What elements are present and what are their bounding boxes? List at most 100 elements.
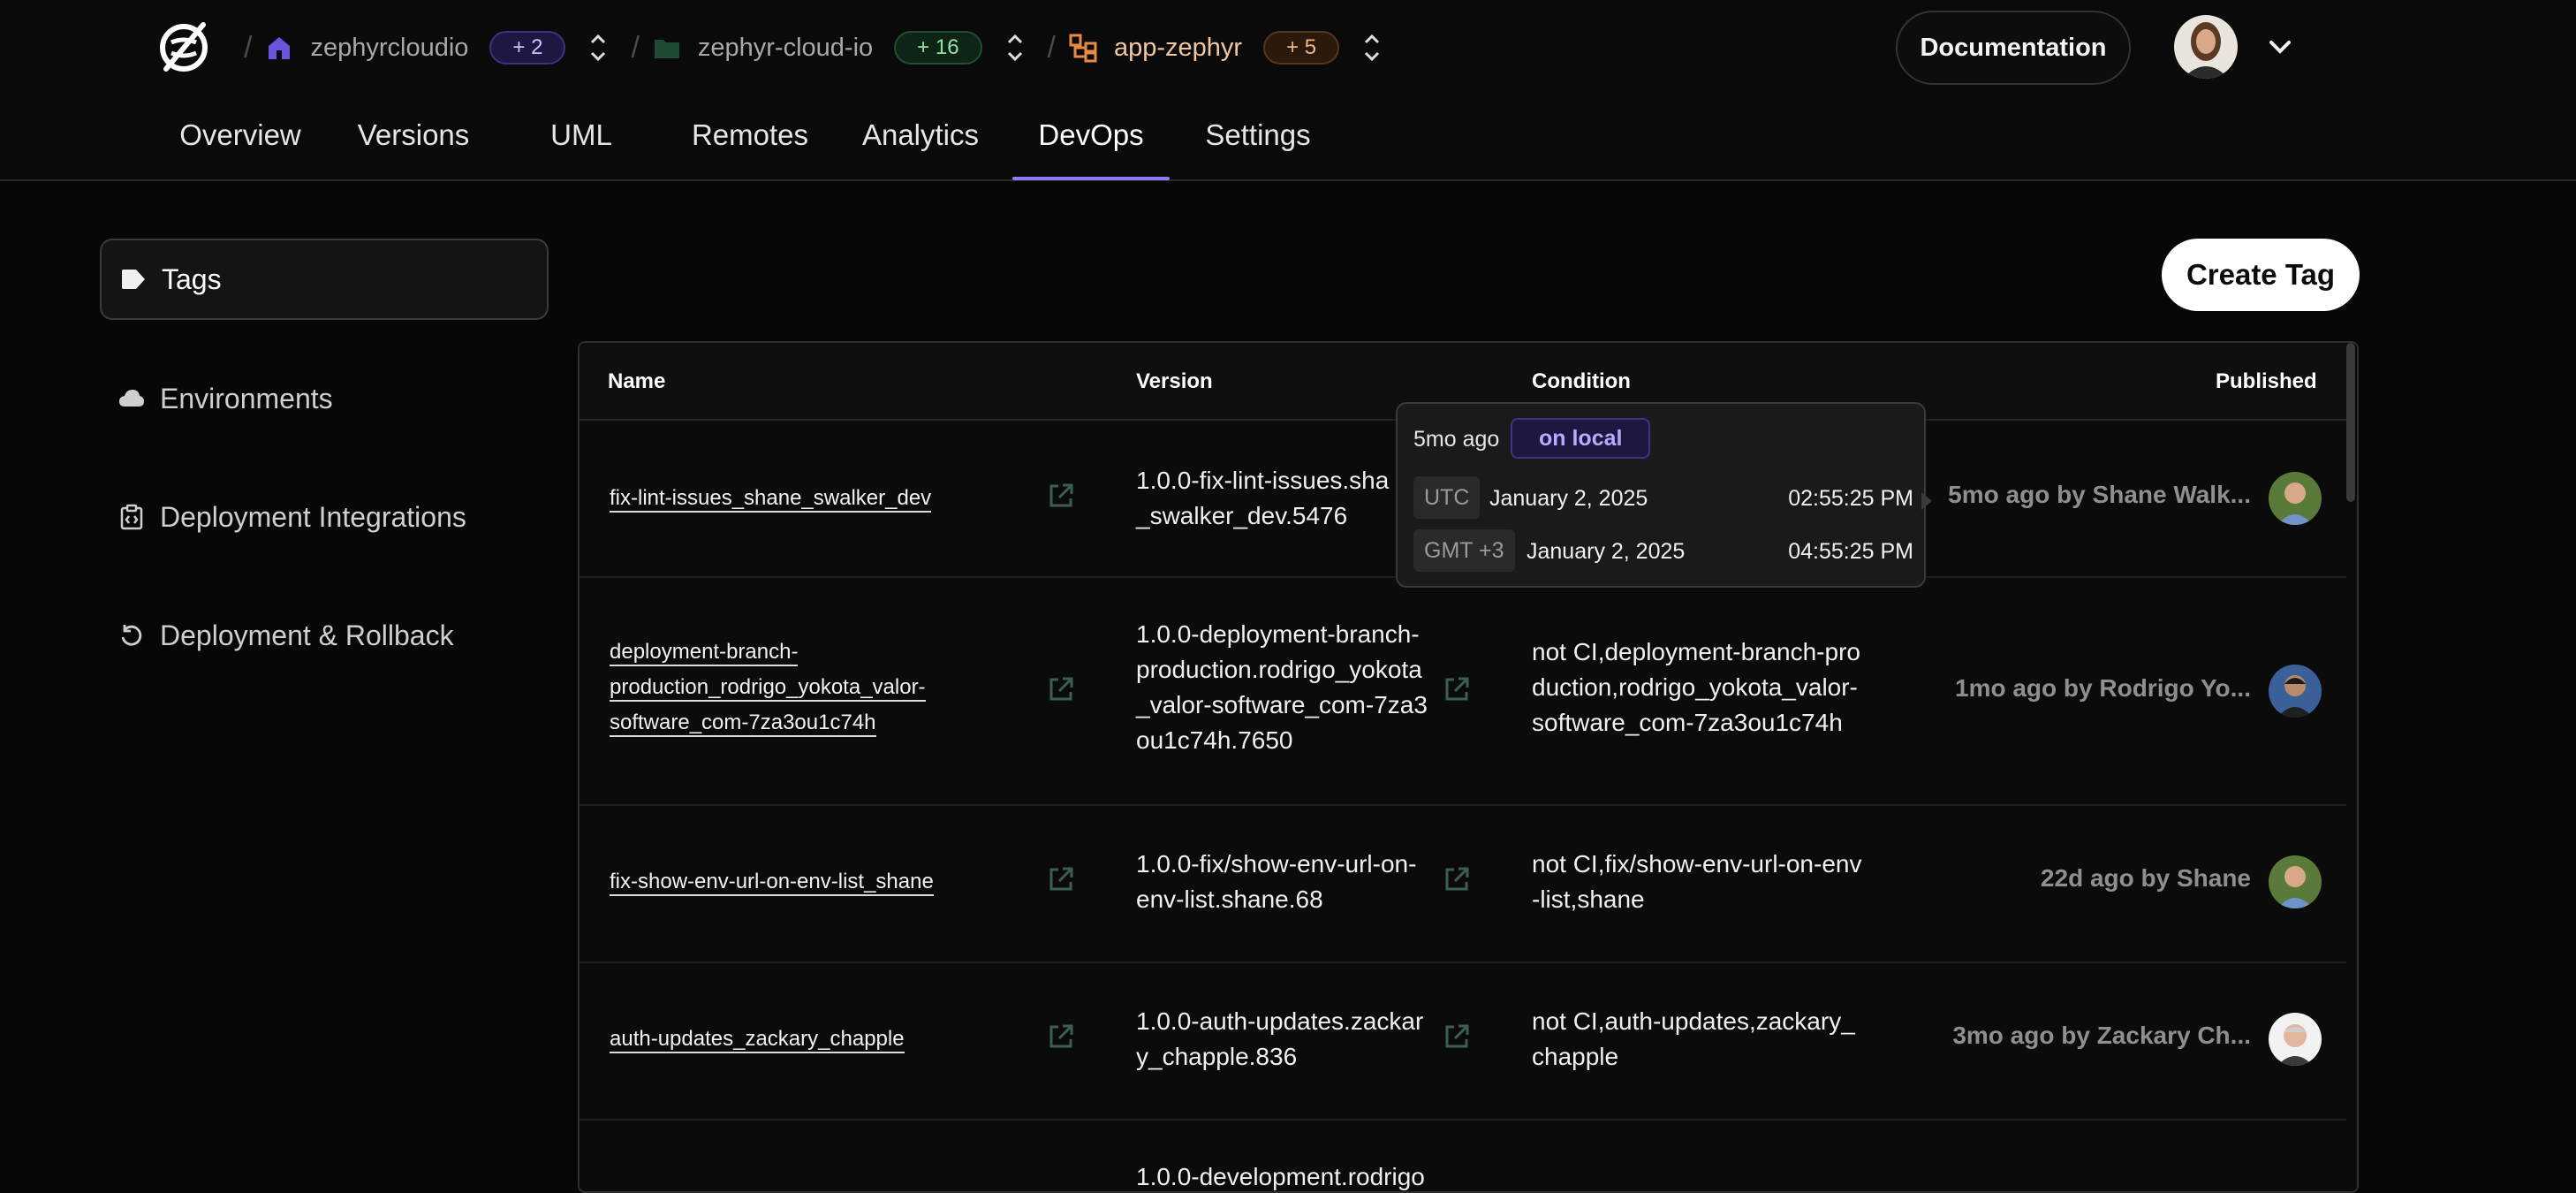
tab-uml[interactable]: UML (535, 106, 627, 180)
breadcrumb-separator: / (631, 30, 640, 65)
create-tag-button[interactable]: Create Tag (2162, 239, 2360, 311)
external-link-icon[interactable] (1046, 674, 1076, 704)
version-line: env-list.shane.68 (1136, 885, 1323, 913)
breadcrumb-project-label: zephyr-cloud-io (697, 33, 874, 62)
version-line: 1.0.0-development.rodrigo (1136, 1163, 1425, 1190)
version-line: ou1c74h.7650 (1136, 726, 1293, 754)
table-row[interactable]: 1.0.0-development.rodrigo (580, 1119, 2346, 1191)
published-info: 5mo ago by Shane Walk... (1948, 481, 2251, 508)
project-count-badge: + 16 (894, 31, 982, 65)
sidebar-item-label: Deployment & Rollback (160, 619, 454, 651)
version-line: _valor-software_com-7za3 (1136, 691, 1428, 718)
condition-text: not CI,deployment-branch-pro duction,rod… (1532, 634, 1885, 741)
tag-name-line: software_com-7za3ou1c74h (610, 710, 876, 737)
condition-line: -list,shane (1532, 885, 1645, 913)
timezone-label: GMT +3 (1413, 529, 1515, 572)
sidebar-item-label: Environments (160, 382, 333, 414)
app-tree-icon (1069, 34, 1097, 63)
cloud-icon (119, 390, 144, 407)
table-row[interactable]: fix-show-env-url-on-env-list_shane 1.0.0… (580, 804, 2346, 963)
external-link-icon[interactable] (1046, 1022, 1076, 1052)
chevron-up-down-icon[interactable] (588, 32, 608, 64)
version-line: y_chapple.836 (1136, 1043, 1298, 1070)
condition-text: not CI,auth-updates,zackary_ chapple (1532, 1004, 1885, 1075)
column-header-published: Published (2216, 369, 2317, 393)
column-header-name: Name (608, 369, 666, 393)
tab-settings[interactable]: Settings (1191, 106, 1325, 180)
table-scrollbar[interactable] (2346, 343, 2355, 502)
tag-icon (122, 270, 145, 289)
tab-versions[interactable]: Versions (345, 106, 482, 180)
table-row[interactable]: auth-updates_zackary_chapple 1.0.0-auth-… (580, 961, 2346, 1121)
published-info: 3mo ago by Zackary Ch... (1952, 1022, 2251, 1049)
tag-name-link[interactable]: deployment-branch- production_rodrigo_yo… (610, 634, 926, 741)
sidebar-item-deployment-rollback[interactable]: Deployment & Rollback (100, 595, 549, 676)
condition-line: software_com-7za3ou1c74h (1532, 709, 1843, 736)
version-line: 1.0.0-fix/show-env-url-on- (1136, 850, 1417, 878)
breadcrumb-application[interactable]: app-zephyr + 5 (1068, 31, 1392, 65)
tag-name-link[interactable]: fix-show-env-url-on-env-list_shane (610, 864, 934, 900)
condition-line: duction,rodrigo_yokota_valor- (1532, 673, 1858, 701)
user-avatar[interactable] (2174, 15, 2238, 79)
tab-analytics[interactable]: Analytics (848, 106, 993, 180)
environment-badge: on local (1511, 418, 1651, 459)
breadcrumb-separator: / (1047, 30, 1056, 65)
chevron-up-down-icon[interactable] (1362, 32, 1382, 64)
table-row[interactable]: deployment-branch- production_rodrigo_yo… (580, 576, 2346, 806)
documentation-button[interactable]: Documentation (1896, 11, 2131, 85)
external-link-icon[interactable] (1046, 481, 1076, 511)
tag-name-link[interactable]: auth-updates_zackary_chapple (610, 1022, 905, 1057)
condition-text: not CI,fix/show-env-url-on-env -list,sha… (1532, 847, 1885, 917)
version-text: 1.0.0-fix-lint-issues.sha _swalker_dev.5… (1136, 463, 1436, 534)
tooltip-date: January 2, 2025 (1489, 486, 1648, 511)
sidebar-item-environments[interactable]: Environments (100, 358, 549, 439)
tag-name-line: auth-updates_zackary_chapple (610, 1027, 905, 1053)
version-line: 1.0.0-auth-updates.zackar (1136, 1007, 1424, 1035)
sidebar-item-deployment-integrations[interactable]: Deployment Integrations (100, 476, 549, 558)
tooltip-date: January 2, 2025 (1527, 539, 1686, 564)
organization-count-badge: + 2 (489, 31, 566, 65)
version-line: _swalker_dev.5476 (1136, 502, 1348, 529)
sidebar-item-label: Deployment Integrations (160, 500, 466, 533)
tooltip-time: 04:55:25 PM (1788, 539, 1913, 564)
version-text: 1.0.0-fix/show-env-url-on- env-list.shan… (1136, 847, 1436, 917)
published-date-tooltip: 5mo ago on local UTC January 2, 2025 02:… (1396, 402, 1932, 588)
folder-icon (654, 40, 679, 58)
published-info: 1mo ago by Rodrigo Yo... (1955, 674, 2251, 702)
version-line: production.rodrigo_yokota (1136, 656, 1422, 683)
house-icon (269, 37, 291, 59)
publisher-avatar (2269, 855, 2322, 908)
published-info: 22d ago by Shane (2040, 864, 2251, 892)
tooltip-relative-time: 5mo ago (1413, 427, 1500, 452)
tab-overview[interactable]: Overview (164, 106, 316, 180)
column-header-condition: Condition (1532, 369, 1631, 393)
external-link-icon[interactable] (1442, 1022, 1472, 1052)
tag-name-link[interactable]: fix-lint-issues_shane_swalker_dev (610, 481, 932, 516)
breadcrumb-application-label: app-zephyr (1114, 33, 1243, 62)
tab-remotes[interactable]: Remotes (682, 106, 818, 180)
tooltip-time: 02:55:25 PM (1788, 486, 1913, 511)
breadcrumb-project[interactable]: zephyr-cloud-io + 16 (652, 31, 1035, 65)
external-link-icon[interactable] (1442, 674, 1472, 704)
tooltip-timezone-row: UTC January 2, 2025 02:55:25 PM (1413, 476, 1913, 519)
condition-line: not CI,deployment-branch-pro (1532, 638, 1860, 665)
integration-icon (120, 504, 143, 530)
tag-name-line: production_rodrigo_yokota_valor- (610, 675, 926, 702)
breadcrumb: / zephyrcloudio + 2 / zephyr-cloud-io + … (231, 19, 1392, 76)
column-header-version: Version (1136, 369, 1213, 393)
breadcrumb-organization[interactable]: zephyrcloudio + 2 (264, 31, 618, 65)
version-line: 1.0.0-fix-lint-issues.sha (1136, 467, 1390, 494)
condition-line: chapple (1532, 1043, 1619, 1070)
chevron-down-icon[interactable] (2267, 34, 2293, 60)
zephyr-logo-icon[interactable] (155, 19, 212, 76)
tab-devops[interactable]: DevOps (1012, 106, 1170, 180)
tooltip-arrow (1921, 492, 1932, 510)
tag-name-line: fix-lint-issues_shane_swalker_dev (610, 486, 932, 513)
tag-name-line: deployment-branch- (610, 640, 799, 666)
version-text: 1.0.0-auth-updates.zackar y_chapple.836 (1136, 1004, 1436, 1075)
sidebar-item-tags[interactable]: Tags (100, 239, 549, 320)
top-header: / zephyrcloudio + 2 / zephyr-cloud-io + … (0, 0, 2576, 181)
external-link-icon[interactable] (1046, 864, 1076, 894)
chevron-up-down-icon[interactable] (1005, 32, 1025, 64)
external-link-icon[interactable] (1442, 864, 1472, 894)
